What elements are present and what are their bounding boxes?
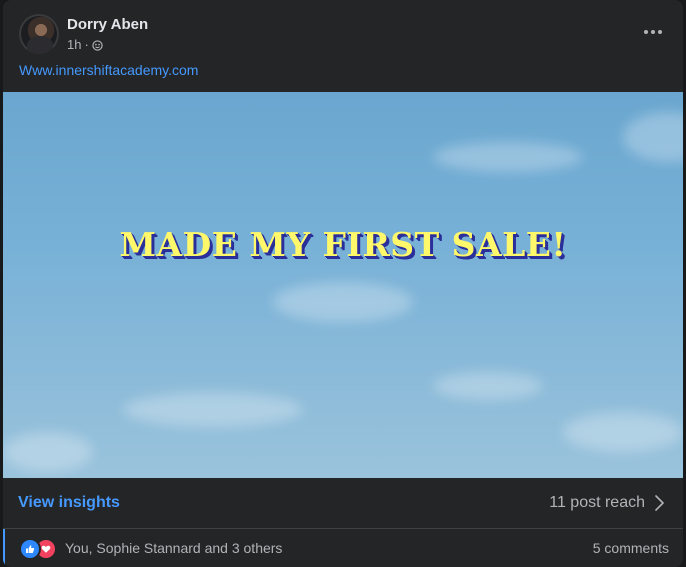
author-name[interactable]: Dorry Aben — [67, 16, 148, 34]
post-link[interactable]: Www.innershiftacademy.com — [19, 62, 198, 78]
post-time[interactable]: 1h — [67, 37, 81, 53]
cloud-shape — [623, 112, 683, 162]
cloud-shape — [433, 372, 543, 400]
like-icon — [21, 540, 39, 558]
globe-icon[interactable] — [92, 39, 103, 51]
cloud-shape — [563, 412, 683, 452]
post-image[interactable]: MADE MY FIRST SALE! — [3, 92, 683, 478]
separator-dot: · — [84, 36, 89, 52]
love-icon — [37, 540, 55, 558]
view-insights-link[interactable]: View insights — [18, 494, 120, 512]
post-reach[interactable]: 11 post reach — [549, 494, 645, 512]
insights-row: View insights 11 post reach — [3, 478, 683, 529]
reaction-icons[interactable] — [21, 540, 61, 558]
reactions-text[interactable]: You, Sophie Stannard and 3 others — [65, 540, 282, 556]
cloud-shape — [3, 432, 93, 472]
author-avatar[interactable] — [19, 14, 59, 54]
chevron-right-icon[interactable] — [653, 494, 667, 512]
image-headline: MADE MY FIRST SALE! — [119, 225, 567, 264]
comments-count[interactable]: 5 comments — [593, 540, 669, 556]
cloud-shape — [273, 282, 413, 322]
post-header: Dorry Aben 1h · — [19, 14, 148, 54]
cloud-shape — [433, 142, 583, 172]
cloud-shape — [123, 392, 303, 427]
author-meta: Dorry Aben 1h · — [67, 16, 148, 53]
post-card: Dorry Aben 1h · Www.innershiftacademy.co… — [3, 0, 683, 567]
post-subline: 1h · — [67, 37, 148, 53]
reactions-row: You, Sophie Stannard and 3 others 5 comm… — [3, 529, 683, 567]
more-options-icon[interactable] — [641, 22, 665, 42]
